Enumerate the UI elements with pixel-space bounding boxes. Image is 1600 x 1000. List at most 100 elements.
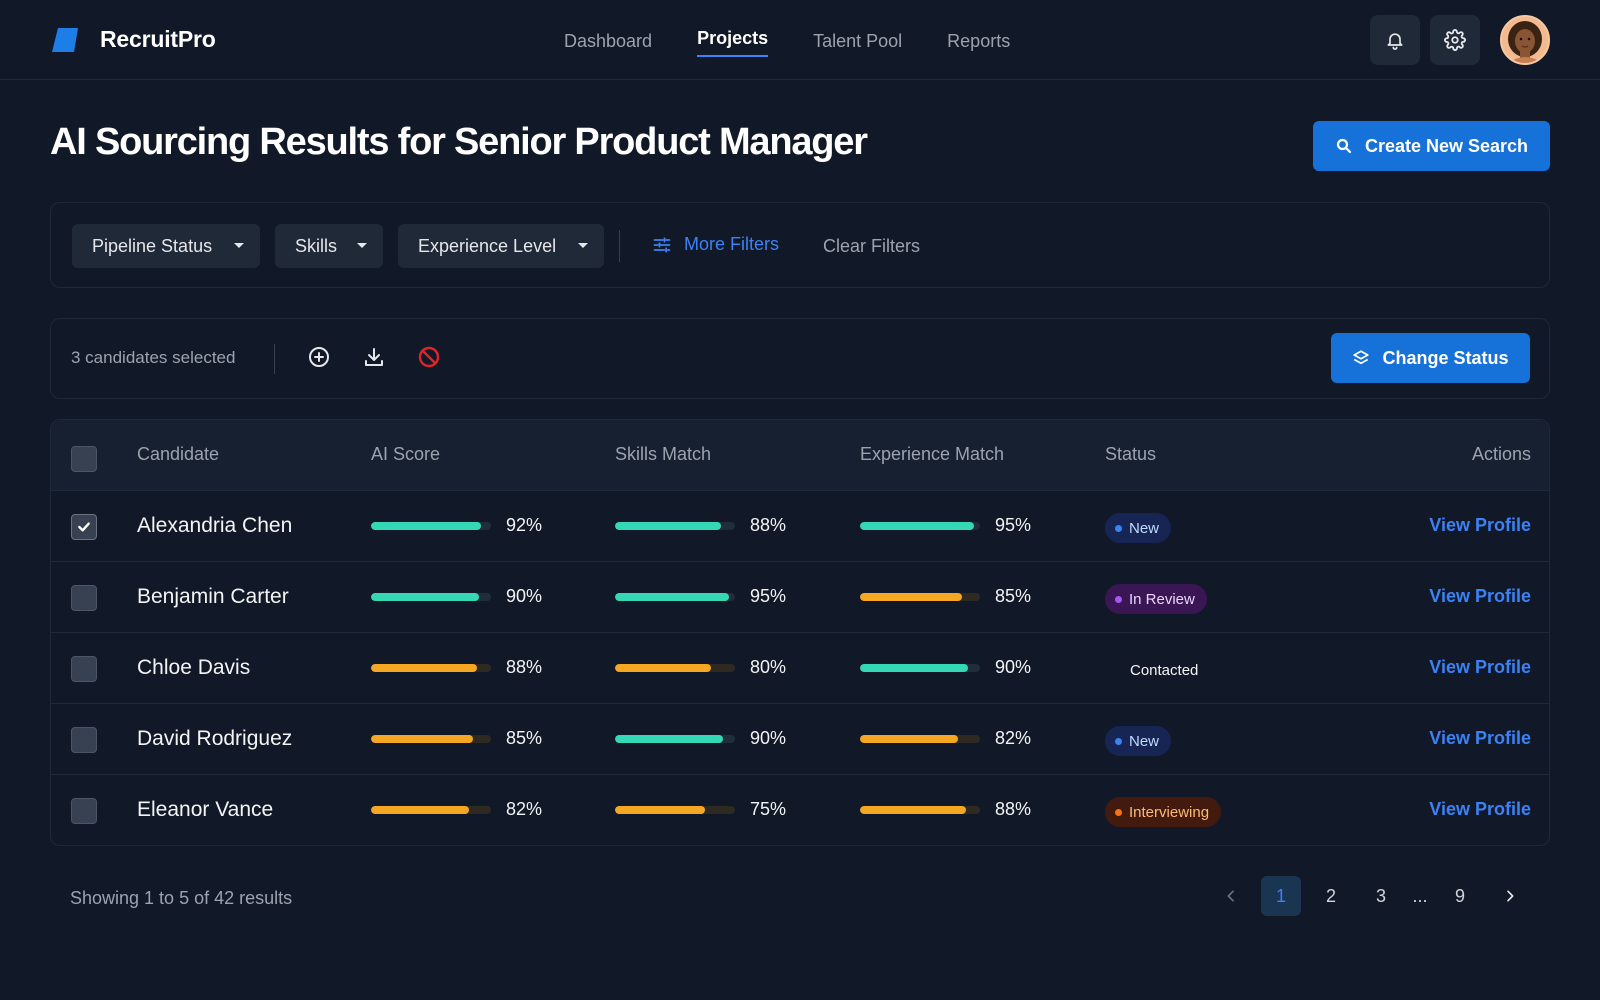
main-nav: Dashboard Projects Talent Pool Reports (564, 0, 1055, 80)
page-3-button[interactable]: 3 (1361, 876, 1401, 916)
status-badge: Interviewing (1105, 797, 1222, 827)
divider (274, 344, 275, 374)
experience-match-bar (860, 593, 980, 601)
nav-projects[interactable]: Projects (697, 0, 769, 80)
ai-score-bar (371, 735, 491, 743)
add-to-project-button[interactable] (307, 345, 331, 369)
page-1-button[interactable]: 1 (1261, 876, 1301, 916)
table-row[interactable]: Alexandria Chen 92% 88% 95% New View Pro… (51, 490, 1549, 561)
results-summary: Showing 1 to 5 of 42 results (70, 888, 293, 908)
table-row[interactable]: Chloe Davis 88% 80% 90% Contacted View P… (51, 632, 1549, 703)
nav-reports[interactable]: Reports (947, 0, 1010, 80)
table-header: Candidate AI Score Skills Match Experien… (51, 420, 1549, 490)
view-profile-link[interactable]: View Profile (1429, 586, 1531, 607)
skills-match-bar (615, 593, 735, 601)
pipeline-status-label: Pipeline Status (92, 235, 213, 256)
export-button[interactable] (362, 345, 386, 369)
experience-match-bar (860, 735, 980, 743)
search-icon (1336, 138, 1352, 154)
ai-score-bar (371, 806, 491, 814)
candidate-name[interactable]: Eleanor Vance (137, 798, 273, 822)
block-icon (418, 346, 440, 368)
page-ellipsis: ... (1412, 885, 1428, 906)
experience-match-value: 82% (995, 728, 1032, 748)
change-status-button[interactable]: Change Status (1331, 333, 1530, 383)
ai-score-value: 82% (506, 799, 543, 819)
layers-icon (1353, 350, 1370, 365)
chevron-down-icon (578, 243, 588, 248)
brand-name[interactable]: RecruitPro (100, 26, 216, 53)
column-header-experience-match[interactable]: Experience Match (860, 444, 1004, 465)
status-dot (1115, 595, 1122, 603)
chevron-left-icon (1227, 890, 1234, 902)
ai-score-value: 85% (506, 728, 543, 748)
row-checkbox[interactable] (71, 798, 97, 824)
skills-match-bar (615, 664, 735, 672)
table-row[interactable]: David Rodriguez 85% 90% 82% New View Pro… (51, 703, 1549, 774)
top-navigation-bar: RecruitPro Dashboard Projects Talent Poo… (0, 0, 1600, 80)
brand-logo-icon[interactable] (52, 28, 78, 52)
status-badge: New (1105, 726, 1172, 756)
view-profile-link[interactable]: View Profile (1429, 799, 1531, 820)
row-checkbox[interactable] (71, 727, 97, 753)
page-9-button[interactable]: 9 (1440, 876, 1480, 916)
row-checkbox[interactable] (71, 514, 97, 540)
create-new-search-button[interactable]: Create New Search (1313, 121, 1550, 171)
notifications-button[interactable] (1370, 15, 1420, 65)
reject-button[interactable] (417, 345, 441, 369)
more-filters-button[interactable]: More Filters (652, 234, 779, 255)
status-dot (1115, 524, 1122, 532)
status-label: Interviewing (1129, 803, 1210, 821)
experience-match-bar (860, 664, 980, 672)
ai-score-bar (371, 593, 491, 601)
status-label: New (1129, 519, 1160, 537)
chevron-down-icon (234, 243, 244, 248)
filter-bar: Pipeline Status Skills Experience Level … (50, 202, 1550, 288)
ai-score-value: 88% (506, 657, 543, 677)
ai-score-bar (371, 664, 491, 672)
experience-level-dropdown[interactable]: Experience Level (398, 224, 604, 268)
row-checkbox[interactable] (71, 585, 97, 611)
nav-dashboard[interactable]: Dashboard (564, 0, 652, 80)
download-icon (365, 348, 383, 366)
column-header-status[interactable]: Status (1105, 444, 1156, 465)
candidate-name[interactable]: Alexandria Chen (137, 514, 292, 538)
skills-match-bar (615, 522, 735, 530)
candidate-name[interactable]: Benjamin Carter (137, 585, 289, 609)
ai-score-bar (371, 522, 491, 530)
divider (619, 230, 620, 262)
previous-page-button[interactable] (1211, 876, 1251, 916)
select-all-checkbox[interactable] (71, 446, 97, 472)
candidate-name[interactable]: David Rodriguez (137, 727, 292, 751)
nav-talent-pool[interactable]: Talent Pool (813, 0, 902, 80)
skills-match-bar (615, 806, 735, 814)
experience-level-label: Experience Level (418, 235, 557, 256)
settings-button[interactable] (1430, 15, 1480, 65)
table-row[interactable]: Eleanor Vance 82% 75% 88% Interviewing V… (51, 774, 1549, 845)
column-header-skills-match[interactable]: Skills Match (615, 444, 711, 465)
experience-match-value: 95% (995, 515, 1032, 535)
view-profile-link[interactable]: View Profile (1429, 728, 1531, 749)
next-page-button[interactable] (1490, 876, 1530, 916)
experience-match-bar (860, 806, 980, 814)
pipeline-status-dropdown[interactable]: Pipeline Status (72, 224, 260, 268)
candidates-table: Candidate AI Score Skills Match Experien… (50, 419, 1550, 846)
column-header-actions: Actions (1471, 444, 1531, 464)
skills-label: Skills (295, 235, 338, 256)
view-profile-link[interactable]: View Profile (1429, 515, 1531, 536)
page-2-button[interactable]: 2 (1311, 876, 1351, 916)
column-header-ai-score[interactable]: AI Score (371, 444, 440, 465)
clear-filters-button[interactable]: Clear Filters (823, 236, 920, 257)
row-checkbox[interactable] (71, 656, 97, 682)
candidate-name[interactable]: Chloe Davis (137, 656, 250, 680)
status-label: In Review (1129, 590, 1195, 608)
experience-match-value: 85% (995, 586, 1032, 606)
status-label: New (1129, 732, 1160, 750)
skills-match-value: 75% (750, 799, 787, 819)
table-row[interactable]: Benjamin Carter 90% 95% 85% In Review Vi… (51, 561, 1549, 632)
skills-dropdown[interactable]: Skills (275, 224, 383, 268)
more-filters-label: More Filters (684, 234, 780, 254)
column-header-candidate[interactable]: Candidate (137, 444, 219, 465)
user-avatar[interactable] (1500, 15, 1550, 65)
view-profile-link[interactable]: View Profile (1429, 657, 1531, 678)
